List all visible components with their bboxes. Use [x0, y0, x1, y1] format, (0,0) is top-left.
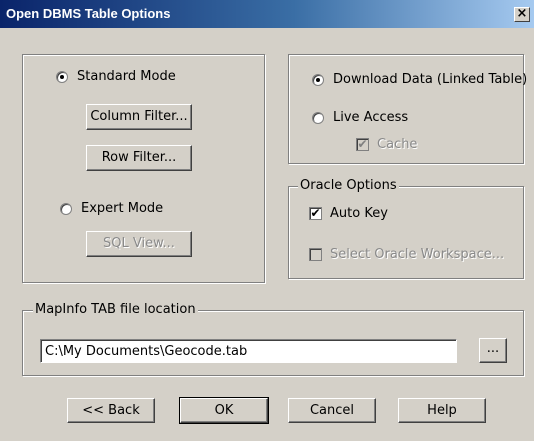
- expert-mode-label: Expert Mode: [81, 201, 164, 216]
- dialog-window: Open DBMS Table Options × Standard Mode …: [0, 0, 534, 441]
- checkmark-icon: ✔: [356, 137, 369, 151]
- ok-button[interactable]: OK: [179, 397, 269, 424]
- tab-location-legend: MapInfo TAB file location: [33, 302, 198, 318]
- radio-selected-icon: [312, 73, 324, 86]
- tab-path-input[interactable]: C:\My Documents\Geocode.tab: [40, 339, 457, 363]
- live-access-radio[interactable]: Live Access: [312, 110, 408, 125]
- help-label: Help: [427, 403, 457, 418]
- radio-unselected-icon: [312, 111, 324, 124]
- ellipsis-icon: ...: [486, 341, 500, 356]
- oracle-options-group: [288, 186, 524, 279]
- back-button[interactable]: << Back: [67, 398, 155, 423]
- cancel-label: Cancel: [309, 403, 355, 418]
- column-filter-button[interactable]: Column Filter...: [86, 104, 192, 130]
- sql-view-button[interactable]: SQL View...: [86, 231, 192, 257]
- expert-mode-radio[interactable]: Expert Mode: [60, 201, 163, 216]
- column-filter-label: Column Filter...: [90, 109, 188, 124]
- close-icon: ×: [516, 6, 528, 21]
- checkmark-icon: ✔: [309, 206, 322, 220]
- radio-unselected-icon: [60, 202, 72, 215]
- row-filter-button[interactable]: Row Filter...: [86, 145, 192, 171]
- window-title: Open DBMS Table Options: [6, 6, 171, 21]
- close-button[interactable]: ×: [514, 7, 530, 22]
- select-workspace-label: Select Oracle Workspace...: [330, 247, 505, 262]
- row-filter-label: Row Filter...: [101, 150, 177, 165]
- help-button[interactable]: Help: [398, 398, 486, 423]
- auto-key-label: Auto Key: [330, 206, 388, 221]
- ok-label: OK: [214, 403, 234, 418]
- download-data-label: Download Data (Linked Table): [333, 72, 528, 87]
- standard-mode-radio[interactable]: Standard Mode: [56, 69, 176, 84]
- back-label: << Back: [82, 403, 140, 418]
- select-workspace-checkbox[interactable]: Select Oracle Workspace...: [309, 247, 504, 262]
- radio-selected-icon: [56, 70, 68, 83]
- browse-button[interactable]: ...: [479, 338, 507, 363]
- cache-label: Cache: [377, 137, 418, 152]
- live-access-label: Live Access: [333, 110, 409, 125]
- empty-checkbox-icon: [309, 248, 322, 261]
- sql-view-label: SQL View...: [103, 236, 175, 251]
- oracle-options-legend: Oracle Options: [298, 178, 399, 194]
- auto-key-checkbox[interactable]: ✔ Auto Key: [309, 206, 388, 221]
- standard-mode-label: Standard Mode: [77, 69, 176, 84]
- title-bar[interactable]: Open DBMS Table Options ×: [0, 0, 534, 28]
- cancel-button[interactable]: Cancel: [288, 398, 376, 423]
- cache-checkbox[interactable]: ✔ Cache: [356, 137, 417, 152]
- download-data-radio[interactable]: Download Data (Linked Table): [312, 72, 527, 87]
